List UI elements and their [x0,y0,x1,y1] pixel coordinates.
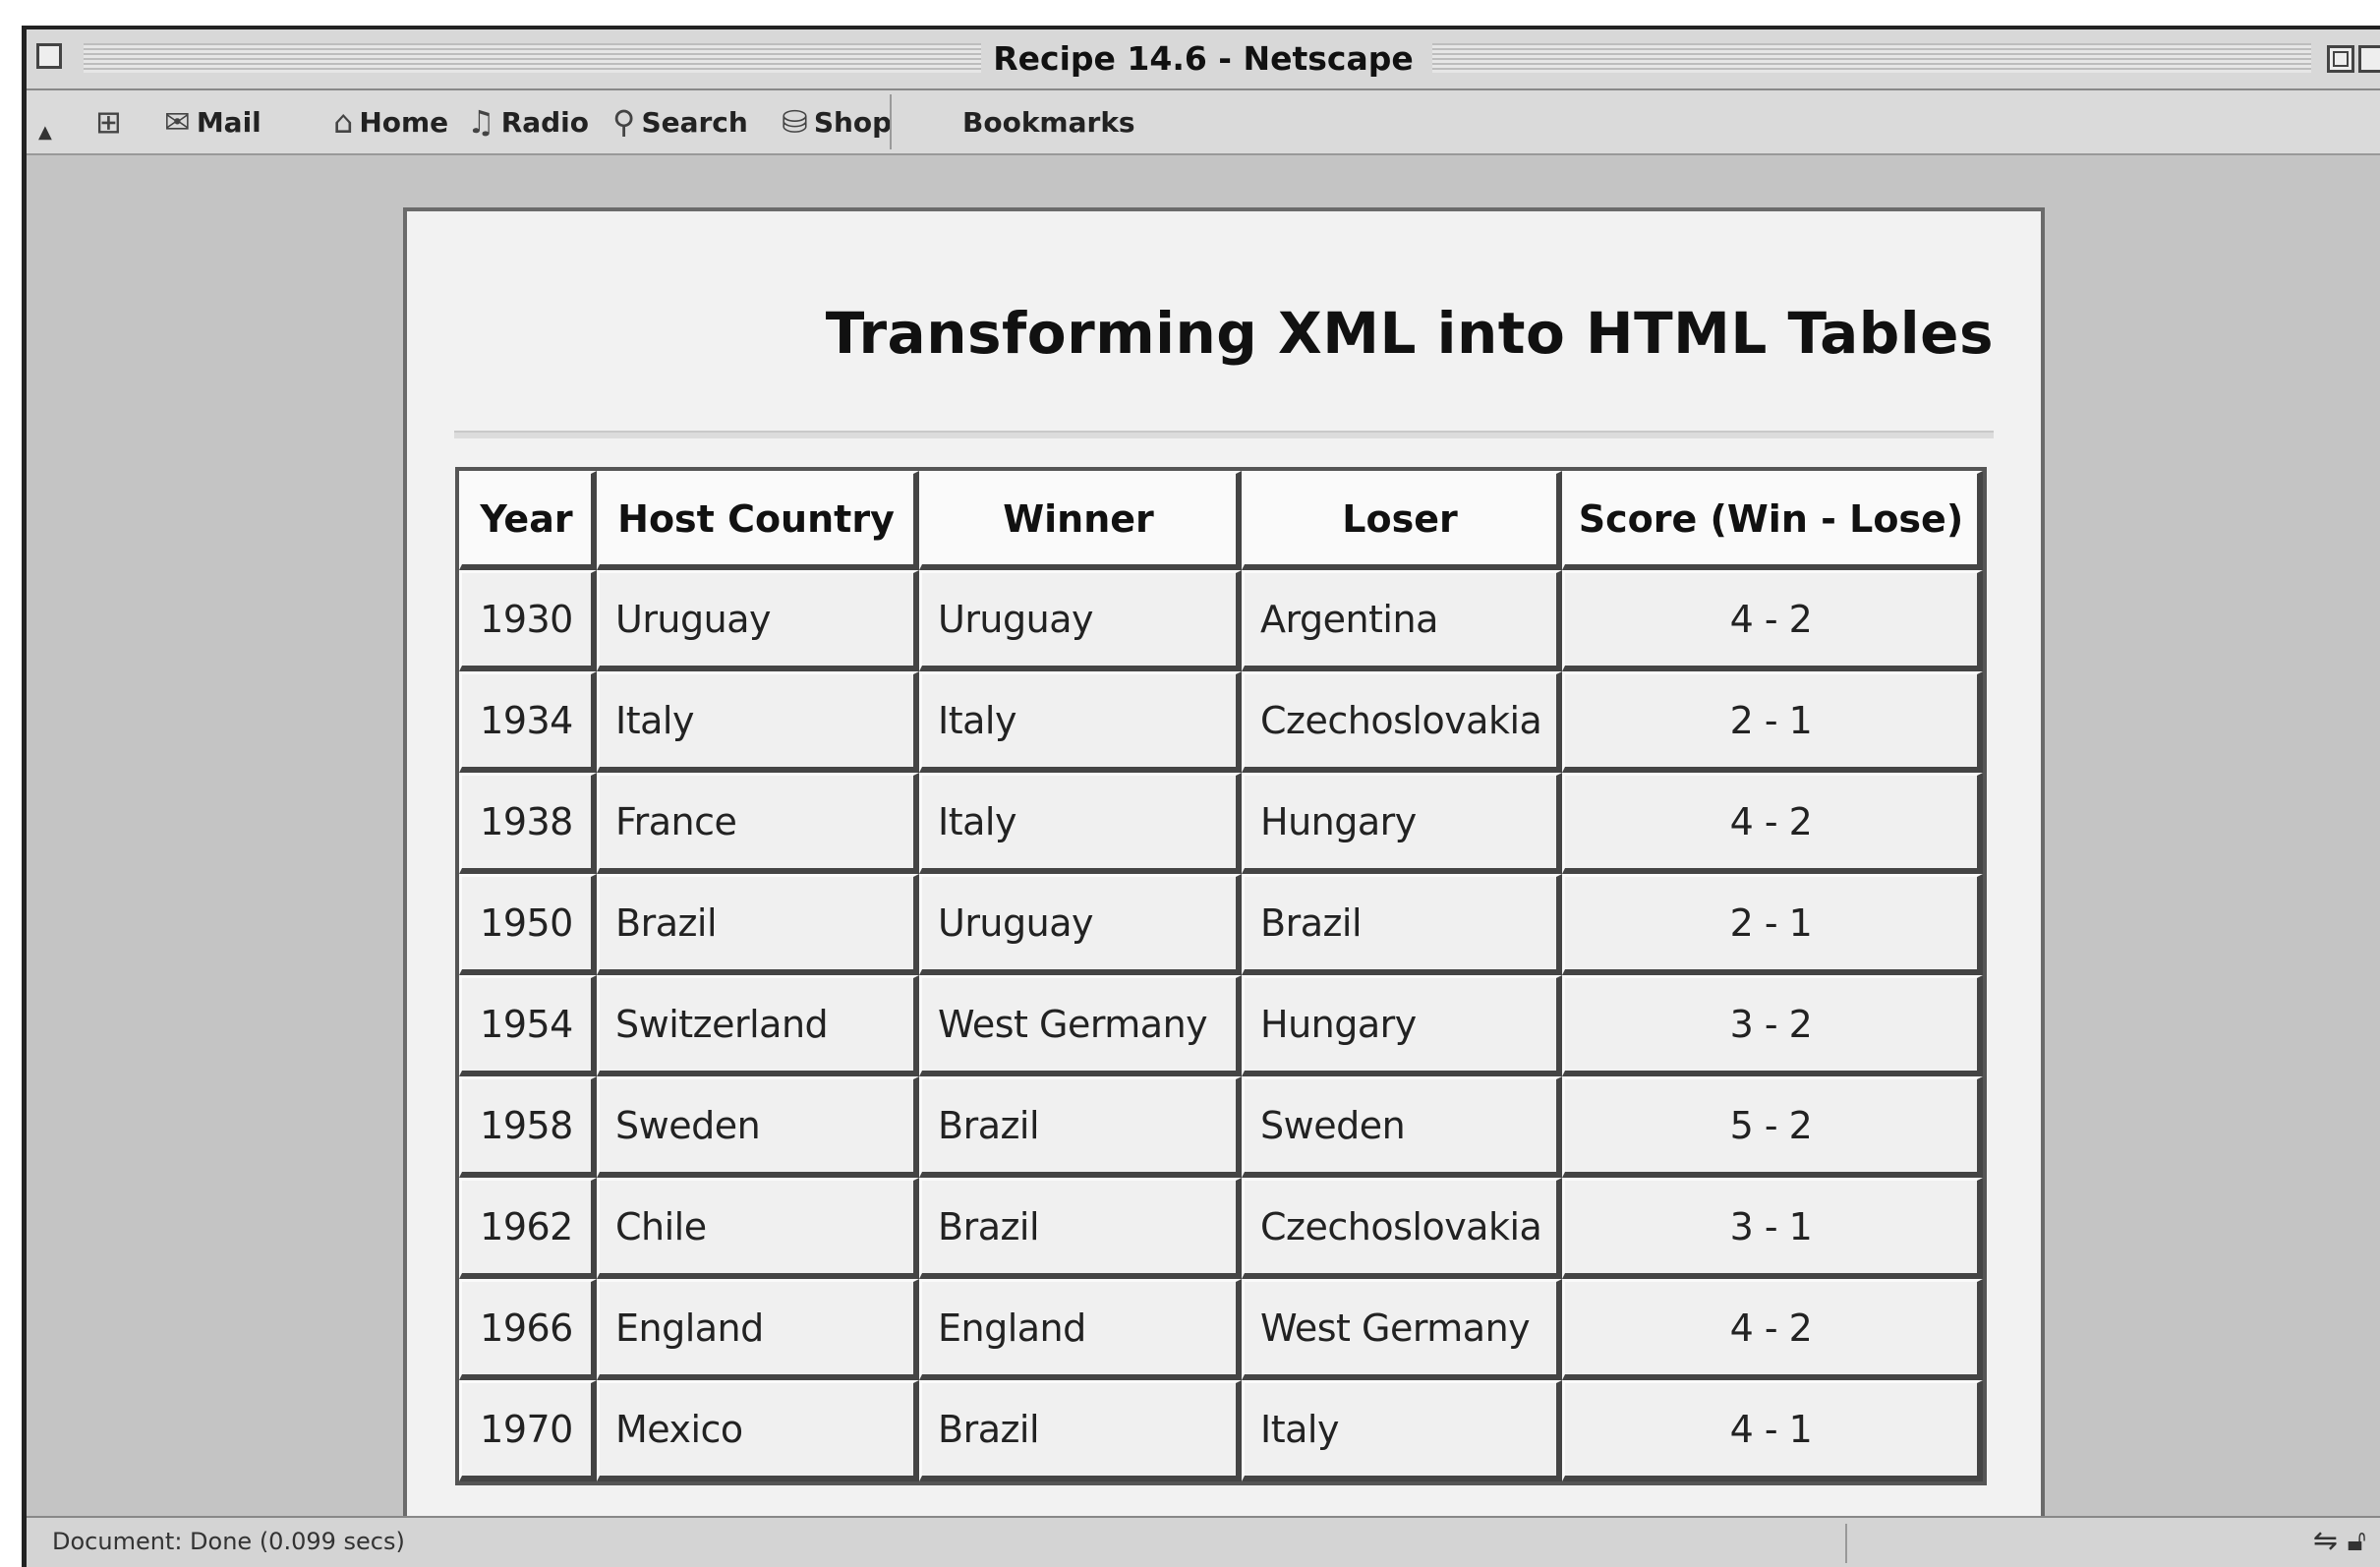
search-icon: ⚲ [612,103,636,141]
cell-host-country: Switzerland [597,975,919,1076]
cell-loser: Argentina [1242,570,1562,671]
table-row: 1938 France Italy Hungary 4 - 2 [459,773,1983,874]
header-winner: Winner [919,471,1242,570]
tab-icon: ⊞ [95,103,122,141]
table-row: 1934 Italy Italy Czechoslovakia 2 - 1 [459,671,1983,773]
cell-loser: Czechoslovakia [1242,1178,1562,1279]
cell-host-country: Uruguay [597,570,919,671]
cell-loser: Czechoslovakia [1242,671,1562,773]
cell-winner: Italy [919,773,1242,874]
content-area: Transforming XML into HTML Tables Year H… [27,155,2380,1527]
collapse-box[interactable] [2358,45,2380,73]
bookmarks-label: Bookmarks [962,105,1135,139]
cell-loser: Sweden [1242,1076,1562,1178]
shop-label: Shop [813,105,893,139]
header-host-country: Host Country [597,471,919,570]
cell-winner: England [919,1279,1242,1380]
cell-host-country: Brazil [597,874,919,975]
radio-button[interactable]: ♫ Radio [467,100,589,144]
cell-winner: Uruguay [919,874,1242,975]
cell-score: 5 - 2 [1562,1076,1983,1178]
cell-score: 3 - 1 [1562,1178,1983,1279]
mail-label: Mail [196,105,261,139]
table-header-row: Year Host Country Winner Loser Score (Wi… [459,471,1983,570]
search-button[interactable]: ⚲ Search [612,100,748,144]
cell-score: 4 - 2 [1562,773,1983,874]
status-bar: Document: Done (0.099 secs) ⇋ 🔓︎ [27,1516,2380,1567]
table-row: 1970 Mexico Brazil Italy 4 - 1 [459,1380,1983,1481]
cell-year: 1962 [459,1178,597,1279]
table-row: 1950 Brazil Uruguay Brazil 2 - 1 [459,874,1983,975]
page-heading: Transforming XML into HTML Tables [825,300,1994,367]
toolbar-separator [890,94,892,149]
cell-score: 4 - 2 [1562,570,1983,671]
cell-year: 1950 [459,874,597,975]
security-lock-icon[interactable]: 🔓︎ [2348,1524,2366,1558]
title-bar[interactable]: Recipe 14.6 - Netscape [27,29,2380,90]
cell-year: 1966 [459,1279,597,1380]
cell-year: 1934 [459,671,597,773]
status-divider [1845,1524,1847,1563]
cell-year: 1938 [459,773,597,874]
bookmarks-button[interactable]: Bookmarks [962,100,1135,144]
personal-toolbar: ▲ ⊞ ✉ Mail ⌂ Home ♫ Radio ⚲ Search ⛁ Sho… [27,90,2380,155]
cell-year: 1954 [459,975,597,1076]
cell-loser: Hungary [1242,975,1562,1076]
cell-score: 2 - 1 [1562,671,1983,773]
cell-year: 1958 [459,1076,597,1178]
cell-winner: Brazil [919,1380,1242,1481]
cell-host-country: France [597,773,919,874]
header-loser: Loser [1242,471,1562,570]
shop-icon: ⛁ [782,103,808,141]
table-row: 1962 Chile Brazil Czechoslovakia 3 - 1 [459,1178,1983,1279]
home-label: Home [359,105,449,139]
table-row: 1930 Uruguay Uruguay Argentina 4 - 2 [459,570,1983,671]
table-row: 1954 Switzerland West Germany Hungary 3 - 2 [459,975,1983,1076]
cell-score: 2 - 1 [1562,874,1983,975]
home-icon: ⌂ [333,103,354,141]
header-score: Score (Win - Lose) [1562,471,1983,570]
cell-loser: Brazil [1242,874,1562,975]
table-row: 1966 England England West Germany 4 - 2 [459,1279,1983,1380]
cell-score: 4 - 1 [1562,1380,1983,1481]
table-row: 1958 Sweden Brazil Sweden 5 - 2 [459,1076,1983,1178]
cell-loser: Hungary [1242,773,1562,874]
horizontal-rule [454,431,1994,438]
mail-icon: ✉ [164,103,191,141]
zoom-box[interactable] [2327,45,2354,73]
cell-host-country: England [597,1279,919,1380]
cell-winner: Brazil [919,1076,1242,1178]
cell-winner: Italy [919,671,1242,773]
world-cup-table: Year Host Country Winner Loser Score (Wi… [455,467,1987,1485]
cell-winner: West Germany [919,975,1242,1076]
home-button[interactable]: ⌂ Home [333,100,448,144]
cell-score: 4 - 2 [1562,1279,1983,1380]
cell-host-country: Italy [597,671,919,773]
cell-host-country: Sweden [597,1076,919,1178]
cell-score: 3 - 2 [1562,975,1983,1076]
search-label: Search [641,105,748,139]
shop-button[interactable]: ⛁ Shop [782,100,892,144]
status-text: Document: Done (0.099 secs) [52,1528,405,1555]
mail-button[interactable]: ✉ Mail [164,100,261,144]
connection-icon[interactable]: ⇋ [2313,1524,2338,1558]
radio-icon: ♫ [467,103,495,141]
document-page: Transforming XML into HTML Tables Year H… [403,207,2045,1527]
cell-year: 1930 [459,570,597,671]
cell-winner: Brazil [919,1178,1242,1279]
tab-button[interactable]: ⊞ [95,100,122,144]
cell-year: 1970 [459,1380,597,1481]
toolbar-grip-icon[interactable]: ▲ [38,122,52,143]
cell-winner: Uruguay [919,570,1242,671]
window-title: Recipe 14.6 - Netscape [981,39,1425,78]
cell-loser: West Germany [1242,1279,1562,1380]
browser-window: Recipe 14.6 - Netscape ▲ ⊞ ✉ Mail ⌂ Home… [22,26,2380,1567]
cell-loser: Italy [1242,1380,1562,1481]
header-year: Year [459,471,597,570]
cell-host-country: Chile [597,1178,919,1279]
radio-label: Radio [500,105,590,139]
cell-host-country: Mexico [597,1380,919,1481]
